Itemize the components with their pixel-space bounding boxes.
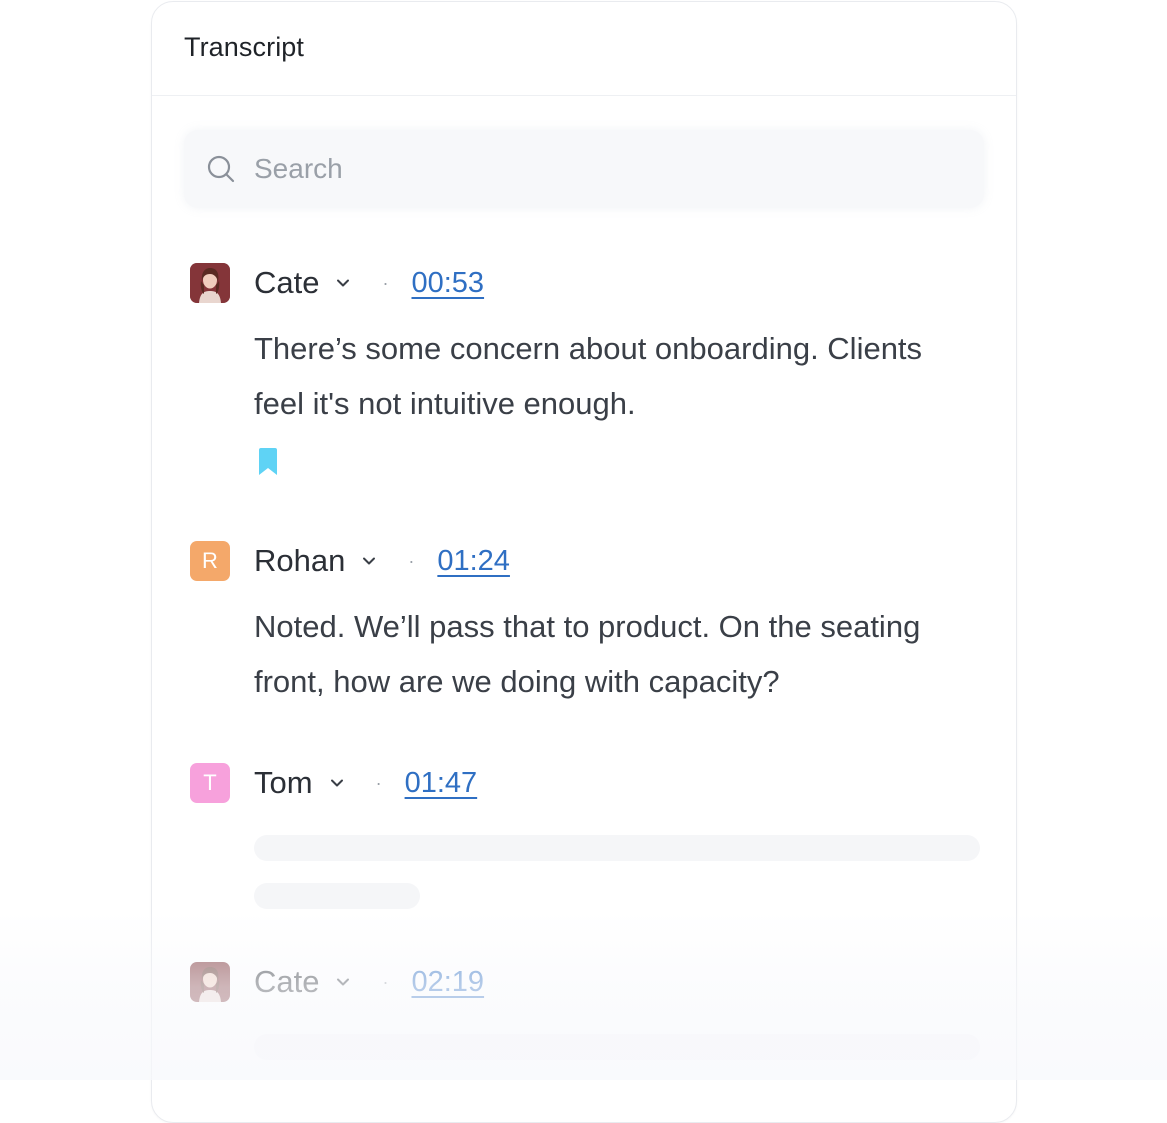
transcript-text: There’s some concern about onboarding. C… — [254, 331, 923, 421]
separator-dot: · — [375, 772, 382, 793]
timestamp-link[interactable]: 00:53 — [411, 267, 484, 300]
timestamp-link[interactable]: 01:47 — [405, 767, 478, 800]
search-box[interactable] — [184, 130, 984, 208]
chevron-down-icon[interactable] — [359, 551, 379, 571]
avatar-tom: T — [190, 763, 230, 803]
separator-dot: · — [382, 971, 389, 992]
bookmark-icon[interactable] — [256, 447, 280, 477]
loading-placeholder — [254, 883, 420, 909]
search-icon — [207, 155, 235, 183]
avatar-cate — [190, 962, 230, 1002]
timestamp-link[interactable]: 02:19 — [411, 966, 484, 999]
speaker-name[interactable]: Tom — [254, 765, 313, 801]
panel-header: Transcript — [152, 2, 1016, 96]
loading-placeholder — [254, 835, 980, 861]
separator-dot: · — [408, 550, 415, 571]
speaker-name[interactable]: Cate — [254, 964, 319, 1000]
avatar-rohan: R — [190, 541, 230, 581]
chevron-down-icon[interactable] — [327, 773, 347, 793]
transcript-entry: Cate · 02:19 — [190, 962, 1016, 1060]
avatar-cate — [190, 263, 230, 303]
chevron-down-icon[interactable] — [333, 273, 353, 293]
speaker-name[interactable]: Rohan — [254, 543, 345, 579]
separator-dot: · — [382, 272, 389, 293]
loading-placeholder — [254, 1034, 980, 1060]
speaker-name[interactable]: Cate — [254, 265, 319, 301]
search-input[interactable] — [254, 144, 954, 194]
transcript-entry: R Rohan · 01:24 Noted. We’ll pass that t… — [190, 541, 1016, 699]
transcript-panel: Transcript Cate — [151, 1, 1017, 1123]
chevron-down-icon[interactable] — [333, 972, 353, 992]
timestamp-link[interactable]: 01:24 — [437, 545, 510, 578]
transcript-entry: Cate · 00:53 There’s some concern about … — [190, 263, 1016, 475]
transcript-text: Noted. We’ll pass that to product. On th… — [254, 609, 921, 699]
transcript-entry: T Tom · 01:47 — [190, 763, 1016, 909]
panel-title: Transcript — [184, 32, 305, 62]
